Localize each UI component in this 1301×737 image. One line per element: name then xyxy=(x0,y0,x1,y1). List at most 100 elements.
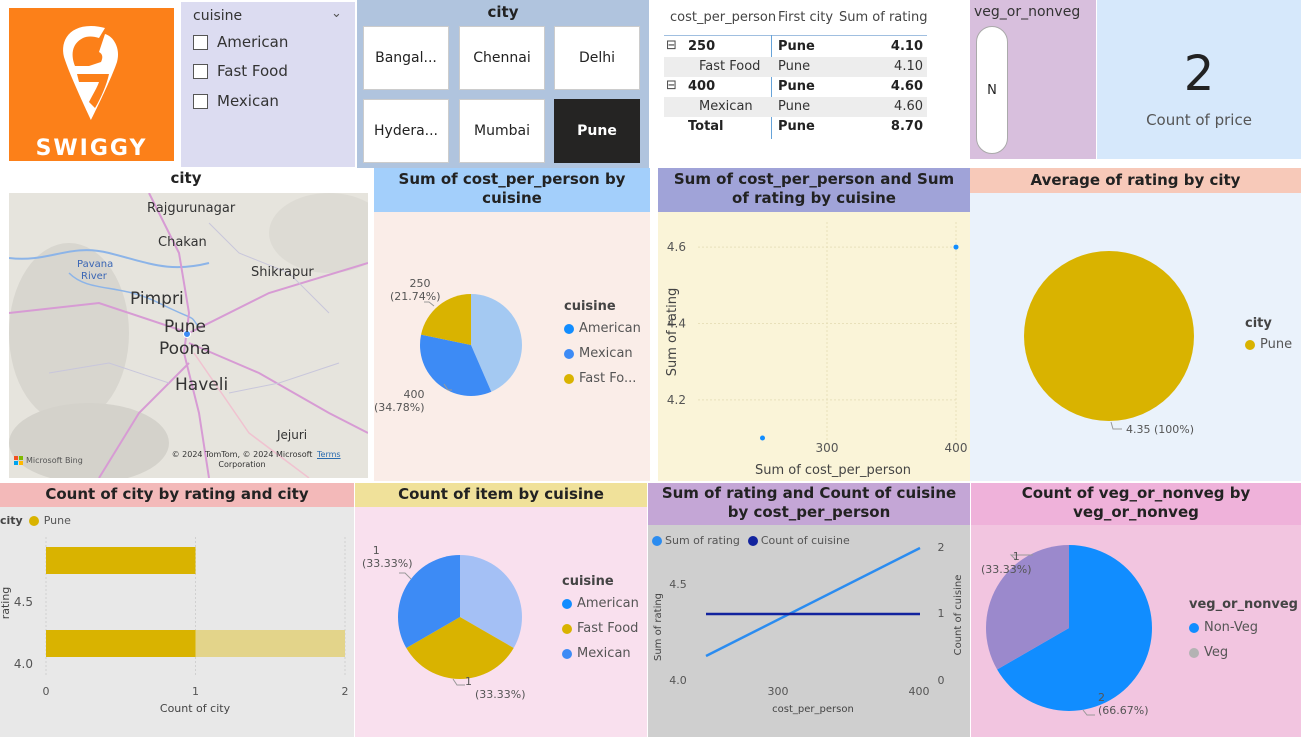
legend: cuisine American Fast Food Mexican xyxy=(562,574,639,661)
pie-label-pct: (33.33%) xyxy=(362,557,413,570)
map-canvas[interactable]: Rajgurunagar Chakan Pavana River Shikrap… xyxy=(9,193,368,478)
cuisine-option-american[interactable]: American xyxy=(193,33,288,51)
chart-title: Count of item by cuisine xyxy=(398,485,604,503)
matrix-row-value: 4.60 xyxy=(894,99,923,114)
y-tick-label: 4.6 xyxy=(667,240,686,254)
legend-dot xyxy=(564,348,574,359)
collapse-icon[interactable]: ⊟ xyxy=(666,38,677,53)
checkbox[interactable] xyxy=(193,63,208,79)
legend-label: Non-Veg xyxy=(1204,620,1258,635)
legend: veg_or_nonveg Non-Veg Veg xyxy=(1189,597,1298,660)
cuisine-option-label: Fast Food xyxy=(217,62,288,80)
y-axis-label: Sum of rating xyxy=(665,288,680,376)
x-tick-label: 1 xyxy=(192,685,199,698)
legend-item[interactable]: American xyxy=(562,596,639,611)
chevron-down-icon[interactable]: ⌄ xyxy=(331,6,342,21)
map-place-label: River xyxy=(81,271,107,282)
chart-title: Sum of cost_per_person and Sum of rating… xyxy=(673,170,955,207)
matrix-header-rating[interactable]: Sum of rating xyxy=(839,10,927,25)
matrix-row-value: 4.10 xyxy=(890,39,923,54)
legend-title: cuisine xyxy=(562,574,614,589)
x-tick-label: 0 xyxy=(43,685,50,698)
scatter-point xyxy=(760,435,765,441)
checkbox[interactable] xyxy=(193,93,208,109)
pie2-label: 4.35 (100%) xyxy=(1126,423,1195,436)
line-panel: Sum of rating and Count of cuisine by co… xyxy=(648,483,970,737)
x-axis-label: Count of city xyxy=(160,702,231,715)
map-terms-link[interactable]: Terms xyxy=(317,450,341,459)
matrix-row-city: Pune xyxy=(778,79,815,94)
pie-label-value: 1 xyxy=(1012,550,1020,563)
legend-item[interactable]: Veg xyxy=(1189,645,1298,660)
pie-label-pct: (21.74%) xyxy=(390,290,441,303)
map-place-label: Rajgurunagar xyxy=(147,201,236,216)
city-tile-chennai[interactable]: Chennai xyxy=(459,26,545,90)
pie-label-pct: (34.78%) xyxy=(374,401,425,414)
cuisine-option-fast-food[interactable]: Fast Food xyxy=(193,62,288,80)
city-tile-delhi[interactable]: Delhi xyxy=(554,26,640,90)
matrix-header-cost[interactable]: cost_per_person xyxy=(670,10,776,25)
chart-title: Count of city by rating and city xyxy=(45,485,309,503)
city-tile-bangalore[interactable]: Bangal... xyxy=(363,26,449,90)
pie-chart[interactable] xyxy=(355,507,555,737)
legend-dot xyxy=(564,373,574,384)
map-attribution-line: Corporation xyxy=(218,460,266,469)
legend-item[interactable]: Pune xyxy=(1245,337,1292,352)
legend-label: Mexican xyxy=(579,346,633,361)
logo-text: SWIGGY xyxy=(35,136,148,161)
pie-label-value: 1 xyxy=(372,544,380,557)
checkbox[interactable] xyxy=(193,34,208,50)
pie1-label: 400 (34.78%) xyxy=(374,388,425,414)
bar xyxy=(46,630,196,657)
map-place-label: Haveli xyxy=(175,375,229,395)
veg-slicer-option-n[interactable]: N xyxy=(976,26,1008,154)
matrix-divider xyxy=(664,35,927,36)
matrix-row: ⊟ 250 Pune 4.10 xyxy=(664,37,927,57)
bing-logo: Microsoft Bing xyxy=(14,456,83,465)
legend-item[interactable]: Mexican xyxy=(562,646,639,661)
matrix-header-city[interactable]: First city xyxy=(778,10,833,25)
line-chart[interactable]: 4.5 4.0 2 1 0 300 400 cost_per_person Sum of rat… xyxy=(648,525,970,737)
legend-dot xyxy=(562,598,572,609)
pie-chart[interactable] xyxy=(374,212,554,481)
map-place-label: Poona xyxy=(159,339,211,359)
x-axis-label: cost_per_person xyxy=(772,704,854,715)
cuisine-option-mexican[interactable]: Mexican xyxy=(193,92,279,110)
matrix-row: ⊟ 400 Pune 4.60 xyxy=(664,77,927,97)
veg-slicer: veg_or_nonveg N xyxy=(970,0,1096,159)
y-tick-label: 4.0 xyxy=(14,657,33,671)
legend-label: Mexican xyxy=(577,646,631,661)
legend-item[interactable]: Non-Veg xyxy=(1189,620,1298,635)
pie1-label: 250 (21.74%) xyxy=(390,277,441,303)
matrix-row-label: Total xyxy=(688,119,724,134)
legend-label: Fast Fo... xyxy=(579,371,637,386)
map-place-label: Pavana xyxy=(77,259,114,270)
leader-line xyxy=(399,572,412,580)
matrix-row-city: Pune xyxy=(778,99,811,114)
legend-item[interactable]: American xyxy=(564,321,641,336)
y-tick-label: 4.0 xyxy=(669,674,687,687)
map-place-label: Pune xyxy=(164,317,206,337)
pie-veg-panel: Count of veg_or_nonveg by veg_or_nonveg … xyxy=(971,483,1301,737)
x-tick-label: 400 xyxy=(909,685,930,698)
y2-axis-label: Count of cuisine xyxy=(953,575,964,656)
legend-item[interactable]: Fast Fo... xyxy=(564,371,641,386)
matrix-row-label: 400 xyxy=(688,79,716,94)
matrix-row-city: Pune xyxy=(778,59,811,74)
city-tile-pune[interactable]: Pune xyxy=(554,99,640,163)
y2-tick-label: 0 xyxy=(938,674,945,687)
legend-item[interactable]: Fast Food xyxy=(562,621,639,636)
matrix-total-row: Total Pune 8.70 xyxy=(664,117,927,137)
pie-label-pct: (33.33%) xyxy=(981,563,1032,576)
y-tick-label: 4.5 xyxy=(14,595,33,609)
city-tile-mumbai[interactable]: Mumbai xyxy=(459,99,545,163)
pie-chart[interactable] xyxy=(970,193,1220,481)
collapse-icon[interactable]: ⊟ xyxy=(666,78,677,93)
pie4-label: 2 (66.67%) xyxy=(1098,691,1149,717)
bar-chart[interactable]: 0 1 2 4.5 4.0 Count of city rating xyxy=(0,507,354,737)
matrix-row-value: 4.10 xyxy=(894,59,923,74)
legend-item[interactable]: Mexican xyxy=(564,346,641,361)
scatter-chart[interactable]: 4.24.44.6300 400Sum of cost_per_personSum… xyxy=(658,212,970,481)
veg-slicer-option-label: N xyxy=(987,82,997,98)
city-tile-hyderabad[interactable]: Hydera... xyxy=(363,99,449,163)
